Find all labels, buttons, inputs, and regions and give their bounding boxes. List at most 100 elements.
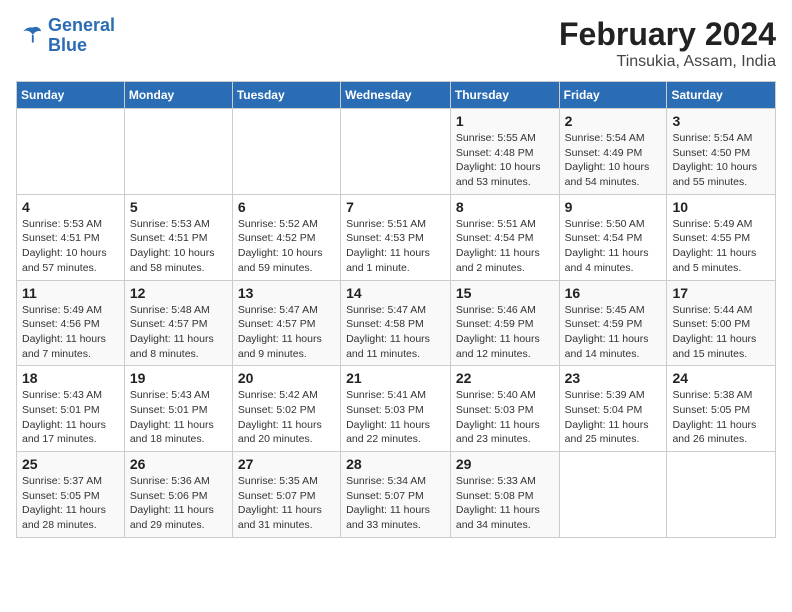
- day-info: Sunrise: 5:54 AMSunset: 4:50 PMDaylight:…: [672, 131, 770, 190]
- day-number: 21: [346, 370, 445, 386]
- calendar-cell: 5Sunrise: 5:53 AMSunset: 4:51 PMDaylight…: [124, 194, 232, 280]
- calendar-week-5: 25 Sunrise: 5:37 AMSunset: 5:05 PMDayligh…: [17, 452, 776, 538]
- day-info: Sunrise: 5:52 AMSunset: 4:52 PMDaylight:…: [238, 217, 335, 276]
- calendar-cell: 29 Sunrise: 5:33 AMSunset: 5:08 PMDayligh…: [450, 452, 559, 538]
- day-info: Sunrise: 5:55 AMSunset: 4:48 PMDaylight:…: [456, 131, 554, 190]
- day-number: 18: [22, 370, 119, 386]
- calendar-cell: 14 Sunrise: 5:47 AMSunset: 4:58 PMDayligh…: [341, 280, 451, 366]
- day-info: Sunrise: 5:38 AMSunset: 5:05 PMDaylight:…: [672, 388, 770, 447]
- day-number: 8: [456, 199, 554, 215]
- calendar-cell: 13 Sunrise: 5:47 AMSunset: 4:57 PMDayligh…: [232, 280, 340, 366]
- day-info: Sunrise: 5:48 AMSunset: 4:57 PMDaylight:…: [130, 303, 227, 362]
- day-info: Sunrise: 5:49 AMSunset: 4:56 PMDaylight:…: [22, 303, 119, 362]
- day-number: 14: [346, 285, 445, 301]
- day-info: Sunrise: 5:49 AMSunset: 4:55 PMDaylight:…: [672, 217, 770, 276]
- day-info: Sunrise: 5:44 AMSunset: 5:00 PMDaylight:…: [672, 303, 770, 362]
- day-number: 3: [672, 113, 770, 129]
- day-info: Sunrise: 5:43 AMSunset: 5:01 PMDaylight:…: [130, 388, 227, 447]
- day-number: 10: [672, 199, 770, 215]
- day-number: 24: [672, 370, 770, 386]
- calendar-cell: 24 Sunrise: 5:38 AMSunset: 5:05 PMDayligh…: [667, 366, 776, 452]
- day-info: Sunrise: 5:42 AMSunset: 5:02 PMDaylight:…: [238, 388, 335, 447]
- day-info: Sunrise: 5:33 AMSunset: 5:08 PMDaylight:…: [456, 474, 554, 533]
- day-number: 13: [238, 285, 335, 301]
- day-number: 17: [672, 285, 770, 301]
- calendar-cell: 10 Sunrise: 5:49 AMSunset: 4:55 PMDayligh…: [667, 194, 776, 280]
- day-number: 27: [238, 456, 335, 472]
- calendar-cell: 8 Sunrise: 5:51 AMSunset: 4:54 PMDaylight…: [450, 194, 559, 280]
- day-info: Sunrise: 5:47 AMSunset: 4:57 PMDaylight:…: [238, 303, 335, 362]
- calendar-subtitle: Tinsukia, Assam, India: [559, 53, 776, 71]
- day-number: 15: [456, 285, 554, 301]
- logo: General Blue: [16, 16, 115, 56]
- calendar-cell: 18Sunrise: 5:43 AMSunset: 5:01 PMDayligh…: [17, 366, 125, 452]
- calendar-cell: [124, 109, 232, 195]
- col-header-saturday: Saturday: [667, 82, 776, 109]
- col-header-wednesday: Wednesday: [341, 82, 451, 109]
- day-number: 4: [22, 199, 119, 215]
- day-info: Sunrise: 5:37 AMSunset: 5:05 PMDaylight:…: [22, 474, 119, 533]
- title-block: February 2024 Tinsukia, Assam, India: [559, 16, 776, 71]
- day-number: 5: [130, 199, 227, 215]
- calendar-week-2: 4 Sunrise: 5:53 AMSunset: 4:51 PMDaylight…: [17, 194, 776, 280]
- calendar-cell: 15 Sunrise: 5:46 AMSunset: 4:59 PMDayligh…: [450, 280, 559, 366]
- day-number: 26: [130, 456, 227, 472]
- calendar-week-3: 11 Sunrise: 5:49 AMSunset: 4:56 PMDayligh…: [17, 280, 776, 366]
- day-info: Sunrise: 5:54 AMSunset: 4:49 PMDaylight:…: [565, 131, 662, 190]
- calendar-title: February 2024: [559, 16, 776, 53]
- logo-line1: General: [48, 15, 115, 35]
- day-info: Sunrise: 5:47 AMSunset: 4:58 PMDaylight:…: [346, 303, 445, 362]
- page-header: General Blue February 2024 Tinsukia, Ass…: [16, 16, 776, 71]
- col-header-monday: Monday: [124, 82, 232, 109]
- day-info: Sunrise: 5:35 AMSunset: 5:07 PMDaylight:…: [238, 474, 335, 533]
- day-number: 23: [565, 370, 662, 386]
- calendar-cell: 26Sunrise: 5:36 AMSunset: 5:06 PMDayligh…: [124, 452, 232, 538]
- calendar-cell: 28 Sunrise: 5:34 AMSunset: 5:07 PMDayligh…: [341, 452, 451, 538]
- day-info: Sunrise: 5:50 AMSunset: 4:54 PMDaylight:…: [565, 217, 662, 276]
- day-number: 9: [565, 199, 662, 215]
- calendar-cell: [341, 109, 451, 195]
- calendar-cell: 25 Sunrise: 5:37 AMSunset: 5:05 PMDayligh…: [17, 452, 125, 538]
- calendar-cell: 19Sunrise: 5:43 AMSunset: 5:01 PMDayligh…: [124, 366, 232, 452]
- calendar-cell: 21 Sunrise: 5:41 AMSunset: 5:03 PMDayligh…: [341, 366, 451, 452]
- day-number: 11: [22, 285, 119, 301]
- calendar-table: SundayMondayTuesdayWednesdayThursdayFrid…: [16, 81, 776, 538]
- day-info: Sunrise: 5:53 AMSunset: 4:51 PMDaylight:…: [22, 217, 119, 276]
- day-number: 1: [456, 113, 554, 129]
- day-number: 16: [565, 285, 662, 301]
- day-number: 7: [346, 199, 445, 215]
- calendar-cell: 27 Sunrise: 5:35 AMSunset: 5:07 PMDayligh…: [232, 452, 340, 538]
- calendar-week-1: 1 Sunrise: 5:55 AMSunset: 4:48 PMDaylight…: [17, 109, 776, 195]
- day-number: 29: [456, 456, 554, 472]
- day-info: Sunrise: 5:40 AMSunset: 5:03 PMDaylight:…: [456, 388, 554, 447]
- calendar-cell: 11 Sunrise: 5:49 AMSunset: 4:56 PMDayligh…: [17, 280, 125, 366]
- calendar-cell: 16 Sunrise: 5:45 AMSunset: 4:59 PMDayligh…: [559, 280, 667, 366]
- calendar-cell: 20 Sunrise: 5:42 AMSunset: 5:02 PMDayligh…: [232, 366, 340, 452]
- calendar-cell: [559, 452, 667, 538]
- logo-line2: Blue: [48, 35, 87, 55]
- logo-icon: [16, 22, 44, 50]
- day-number: 2: [565, 113, 662, 129]
- day-number: 20: [238, 370, 335, 386]
- col-header-sunday: Sunday: [17, 82, 125, 109]
- day-info: Sunrise: 5:39 AMSunset: 5:04 PMDaylight:…: [565, 388, 662, 447]
- calendar-cell: [232, 109, 340, 195]
- day-info: Sunrise: 5:34 AMSunset: 5:07 PMDaylight:…: [346, 474, 445, 533]
- day-number: 25: [22, 456, 119, 472]
- col-header-thursday: Thursday: [450, 82, 559, 109]
- col-header-tuesday: Tuesday: [232, 82, 340, 109]
- day-number: 12: [130, 285, 227, 301]
- logo-text: General Blue: [48, 16, 115, 56]
- calendar-cell: [667, 452, 776, 538]
- day-info: Sunrise: 5:41 AMSunset: 5:03 PMDaylight:…: [346, 388, 445, 447]
- day-info: Sunrise: 5:51 AMSunset: 4:54 PMDaylight:…: [456, 217, 554, 276]
- calendar-cell: 7Sunrise: 5:51 AMSunset: 4:53 PMDaylight…: [341, 194, 451, 280]
- calendar-cell: 1 Sunrise: 5:55 AMSunset: 4:48 PMDaylight…: [450, 109, 559, 195]
- calendar-cell: 3 Sunrise: 5:54 AMSunset: 4:50 PMDaylight…: [667, 109, 776, 195]
- calendar-cell: 2 Sunrise: 5:54 AMSunset: 4:49 PMDaylight…: [559, 109, 667, 195]
- day-info: Sunrise: 5:45 AMSunset: 4:59 PMDaylight:…: [565, 303, 662, 362]
- calendar-cell: [17, 109, 125, 195]
- calendar-cell: 9 Sunrise: 5:50 AMSunset: 4:54 PMDaylight…: [559, 194, 667, 280]
- day-number: 28: [346, 456, 445, 472]
- day-info: Sunrise: 5:46 AMSunset: 4:59 PMDaylight:…: [456, 303, 554, 362]
